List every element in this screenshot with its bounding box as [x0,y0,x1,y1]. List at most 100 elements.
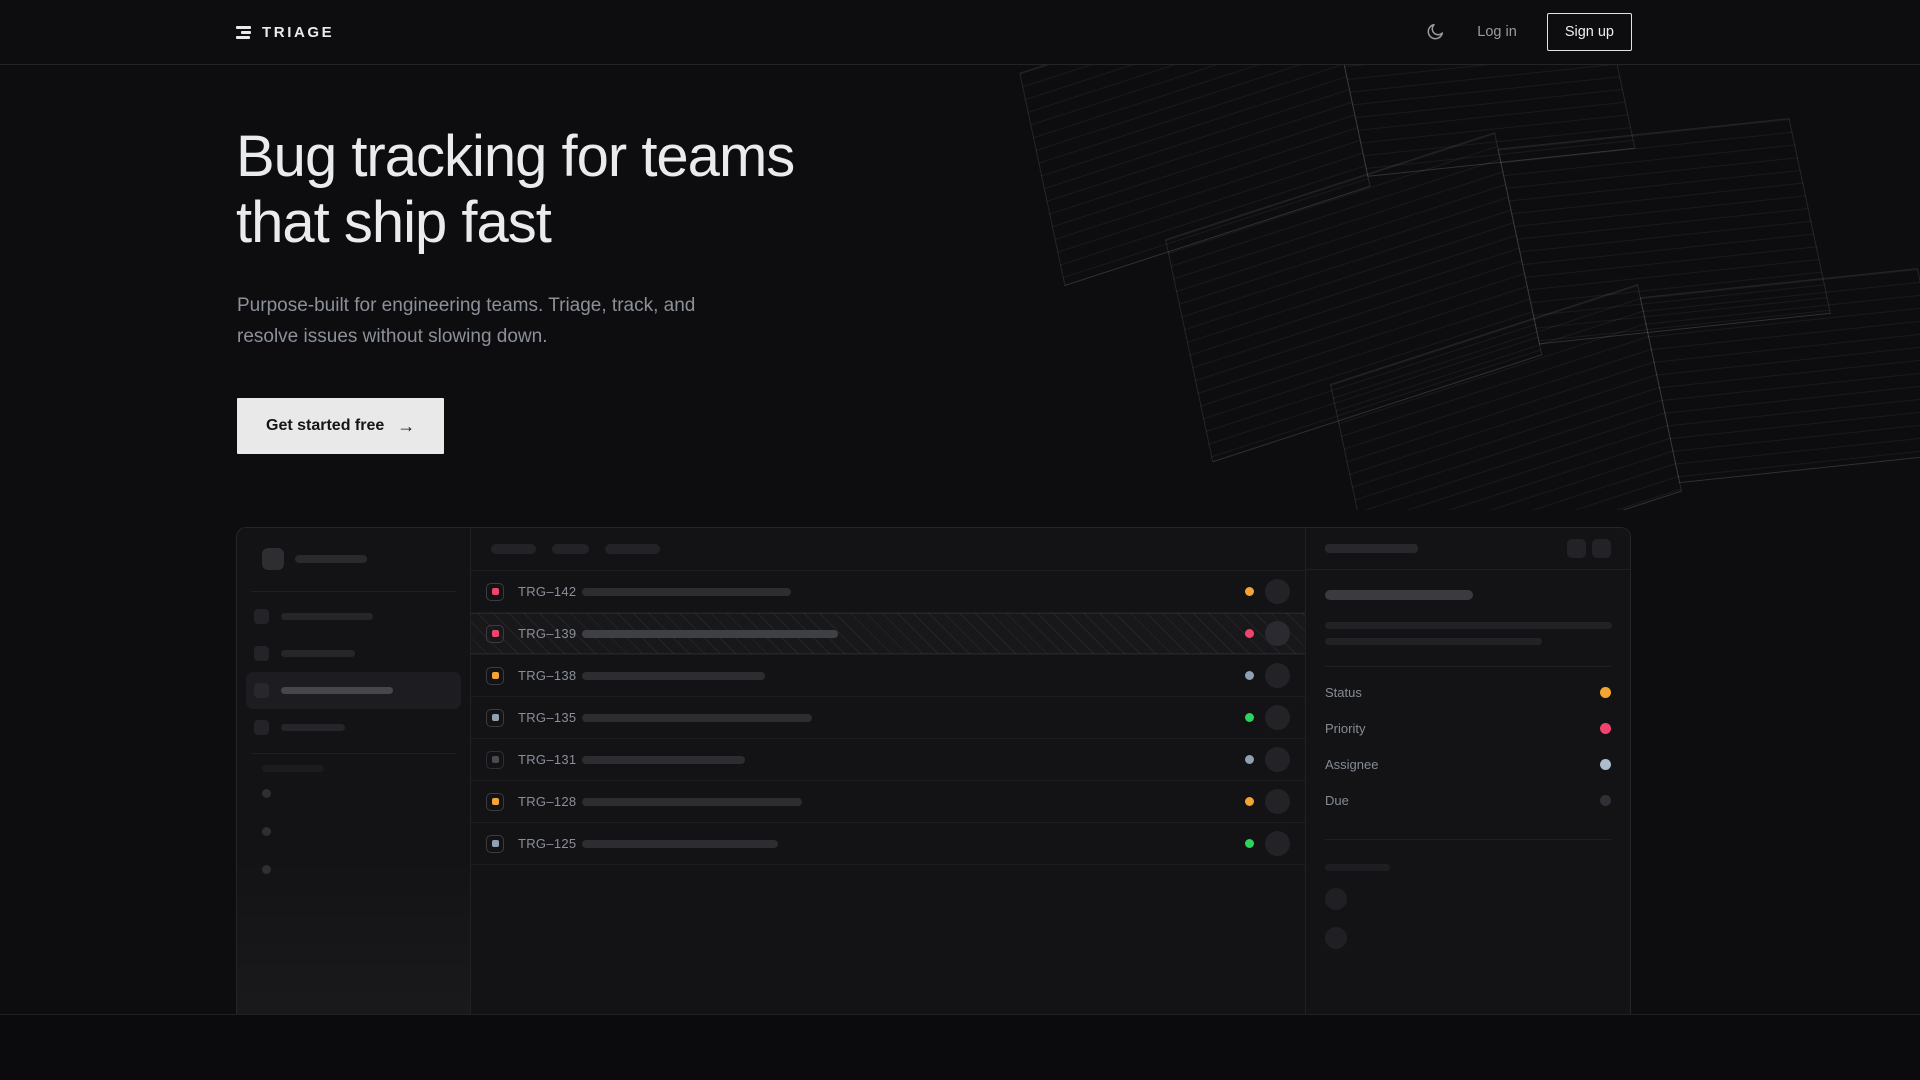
hero-subheading: Purpose-built for engineering teams. Tri… [237,290,707,352]
issue-type-dot [492,840,499,847]
avatar [1265,663,1290,688]
issue-row: TRG–131 [471,739,1305,781]
divider [1325,666,1611,667]
issue-id: TRG–142 [518,584,582,599]
sidebar-item-skeleton [246,635,461,672]
skeleton-bar [1325,544,1418,553]
status-dot [1245,629,1254,638]
avatar-skeleton [1325,888,1347,910]
avatar [1265,789,1290,814]
skeleton-pill [605,544,660,554]
workspace-icon-skeleton [262,548,284,570]
avatar-skeleton [1325,927,1347,949]
issue-list: TRG–142TRG–139TRG–138TRG–135TRG–131TRG–1… [471,571,1305,865]
divider [251,753,456,754]
list-header-skeleton [471,528,1305,571]
issue-type-dot [492,714,499,721]
sidebar-dots [262,789,470,874]
skeleton-pill [491,544,536,554]
panel-field: Due [1325,782,1611,818]
issue-title-skeleton [582,798,802,806]
issue-row: TRG–135 [471,697,1305,739]
brand-name: TRIAGE [262,24,334,41]
wireframe-shape [1016,65,1635,270]
skeleton-square [254,683,269,698]
signup-button[interactable]: Sign up [1547,13,1632,51]
issue-id: TRG–138 [518,668,582,683]
issue-type-dot [492,672,499,679]
status-dot [1245,671,1254,680]
theme-toggle-button[interactable] [1423,20,1447,44]
skeleton-square [254,609,269,624]
preview-issue-list-pane: TRG–142TRG–139TRG–138TRG–135TRG–131TRG–1… [471,528,1305,1014]
issue-type-dot [492,756,499,763]
skeleton-bar [281,687,393,694]
panel-body: StatusPriorityAssigneeDue [1306,590,1630,949]
issue-row: TRG–138 [471,655,1305,697]
issue-title-skeleton [582,588,791,596]
skeleton-line [1325,622,1612,629]
field-label: Assignee [1325,757,1378,772]
skeleton-bar [295,555,367,563]
issue-checkbox-icon [486,583,504,601]
issue-title-skeleton [582,714,812,722]
field-label: Priority [1325,721,1365,736]
section-label-skeleton [1325,864,1390,871]
issue-checkbox-icon [486,793,504,811]
wireframe-shape [1161,89,1831,444]
sidebar-nav-skeleton [237,598,470,746]
issue-id: TRG–131 [518,752,582,767]
status-dot [1245,587,1254,596]
wireframe-shape [1327,243,1920,510]
issue-id: TRG–135 [518,710,582,725]
panel-field: Priority [1325,710,1611,746]
page-footer [0,1014,1920,1080]
issue-title-skeleton [582,630,838,638]
avatar [1265,747,1290,772]
skeleton-bar [281,724,345,731]
status-dot [1245,713,1254,722]
preview-detail-panel: StatusPriorityAssigneeDue [1305,528,1630,1014]
issue-type-dot [492,630,499,637]
workspace-skeleton [262,548,454,570]
avatar [1265,831,1290,856]
issue-checkbox-icon [486,751,504,769]
issue-title-skeleton [582,672,765,680]
avatar [1265,621,1290,646]
issue-id: TRG–125 [518,836,582,851]
skeleton-square [254,720,269,735]
issue-type-dot [492,588,499,595]
field-value-dot [1600,723,1611,734]
status-dot [1245,839,1254,848]
panel-field: Assignee [1325,746,1611,782]
issue-id: TRG–128 [518,794,582,809]
avatar [1265,705,1290,730]
avatar [1265,579,1290,604]
issue-row: TRG–142 [471,571,1305,613]
cta-label: Get started free [266,417,384,435]
hero-heading: Bug tracking for teams that ship fast [236,124,896,256]
skeleton-bar [281,650,355,657]
dot-skeleton [262,789,271,798]
skeleton-pill [552,544,589,554]
title-skeleton [1325,590,1473,600]
issue-title-skeleton [582,756,745,764]
field-value-dot [1600,759,1611,770]
panel-header [1306,528,1630,570]
divider [251,591,456,592]
issue-type-dot [492,798,499,805]
get-started-button[interactable]: Get started free → [237,398,444,454]
issue-checkbox-icon [486,709,504,727]
issue-checkbox-icon [486,625,504,643]
brand: TRIAGE [236,24,334,41]
login-link[interactable]: Log in [1477,24,1517,40]
panel-action-skeleton [1567,539,1586,558]
panel-action-skeleton [1592,539,1611,558]
section-label-skeleton [262,765,324,772]
preview-sidebar [237,528,471,1014]
issue-title-skeleton [582,840,778,848]
dot-skeleton [262,827,271,836]
skeleton-square [254,646,269,661]
top-nav: TRIAGE Log in Sign up [0,0,1920,65]
field-value-dot [1600,687,1611,698]
